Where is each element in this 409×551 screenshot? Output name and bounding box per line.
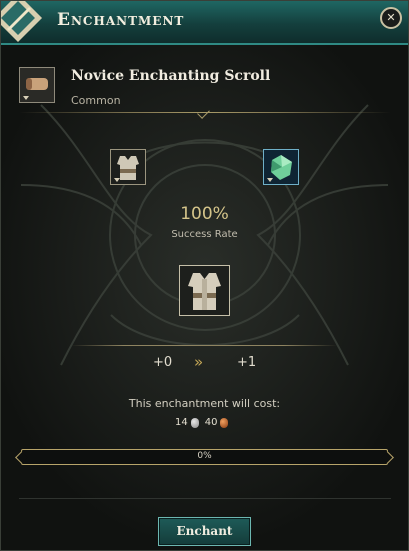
close-icon: ✕ bbox=[386, 11, 396, 24]
copper-coin-icon bbox=[220, 417, 229, 428]
item-name: Novice Enchanting Scroll bbox=[71, 68, 271, 84]
window-title: Enchantment bbox=[57, 10, 185, 30]
success-rate-label: Success Rate bbox=[171, 229, 238, 240]
cost-row: 14 40 bbox=[175, 417, 229, 429]
close-button[interactable]: ✕ bbox=[380, 7, 402, 29]
equipment-slot[interactable] bbox=[110, 149, 146, 185]
green-gem-icon bbox=[267, 155, 292, 182]
double-chevron-right-icon: » bbox=[194, 353, 203, 371]
scroll-graphic bbox=[23, 78, 48, 100]
enchant-button[interactable]: Enchant bbox=[158, 517, 251, 546]
scroll-icon[interactable] bbox=[19, 67, 55, 103]
vest-armor-icon bbox=[114, 156, 139, 182]
current-level: +0 bbox=[153, 355, 173, 370]
progress-text: 0% bbox=[197, 451, 212, 461]
enchant-progress-bar: 0% bbox=[15, 449, 394, 465]
silver-amount: 14 bbox=[175, 417, 188, 428]
item-rarity: Common bbox=[71, 94, 121, 107]
quill-emblem-icon bbox=[1, 1, 43, 43]
silver-coin-icon bbox=[190, 417, 199, 428]
next-level: +1 bbox=[237, 355, 257, 370]
material-slot[interactable] bbox=[263, 149, 299, 185]
divider bbox=[71, 345, 337, 346]
result-slot[interactable] bbox=[179, 265, 230, 316]
cost-label: This enchantment will cost: bbox=[128, 397, 281, 410]
success-rate-value: 100% bbox=[180, 204, 229, 224]
title-bar[interactable]: Enchantment ✕ bbox=[1, 1, 408, 45]
divider bbox=[19, 498, 391, 499]
vest-armor-icon bbox=[188, 273, 221, 310]
copper-amount: 40 bbox=[204, 417, 218, 428]
enchantment-window: Enchantment ✕ Novice Enchanting Scroll C… bbox=[0, 0, 409, 551]
